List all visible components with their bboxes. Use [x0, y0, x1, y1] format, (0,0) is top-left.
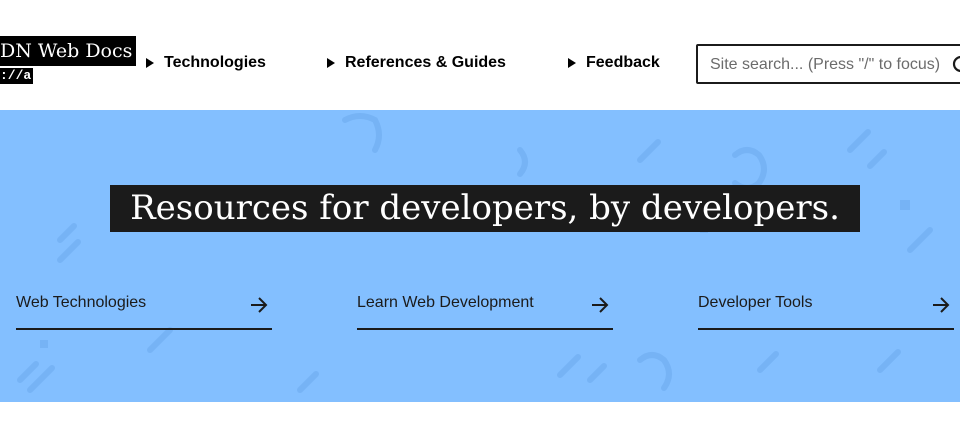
- hero-link-label: Web Technologies: [16, 294, 147, 311]
- hero-background-pattern: [17, 113, 933, 393]
- triangle-right-icon: [146, 58, 154, 68]
- logo-sub-text: ://a: [0, 68, 34, 84]
- triangle-right-icon: [568, 58, 576, 68]
- page-content-area: [0, 402, 960, 446]
- hero-link-label: Developer Tools: [698, 294, 813, 311]
- search-input[interactable]: [710, 53, 950, 77]
- nav-item-technologies[interactable]: Technologies: [146, 52, 266, 74]
- hero-link-developer-tools[interactable]: Developer Tools: [698, 290, 954, 330]
- site-header: DN Web Docs ://a Technologies References…: [0, 0, 960, 110]
- hero-link-label: Learn Web Development: [357, 294, 534, 311]
- nav-item-feedback[interactable]: Feedback: [568, 52, 660, 74]
- hero-section: Resources for developers, by developers.…: [0, 110, 960, 402]
- arrow-right-icon: [251, 297, 268, 313]
- triangle-right-icon: [327, 58, 335, 68]
- nav-item-label: Feedback: [586, 54, 660, 71]
- nav-item-label: Technologies: [164, 54, 266, 71]
- hero-link-learn-web-development[interactable]: Learn Web Development: [357, 290, 613, 330]
- arrow-right-icon: [592, 297, 609, 313]
- hero-link-web-technologies[interactable]: Web Technologies: [16, 290, 272, 330]
- logo-main-text: DN Web Docs: [0, 36, 137, 66]
- hero-title: Resources for developers, by developers.: [110, 185, 860, 232]
- nav-item-label: References & Guides: [345, 54, 506, 71]
- site-search: [696, 44, 960, 84]
- search-icon[interactable]: [952, 55, 960, 75]
- arrow-right-icon: [933, 297, 950, 313]
- nav-item-references-guides[interactable]: References & Guides: [327, 52, 506, 74]
